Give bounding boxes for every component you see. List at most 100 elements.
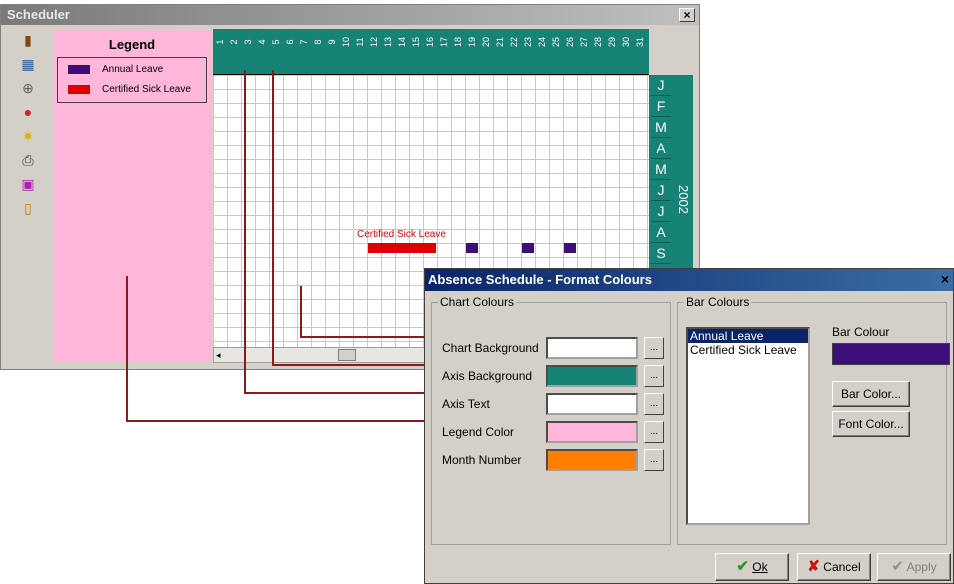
month-letter: J	[651, 180, 671, 201]
image-icon[interactable]: ▣	[19, 175, 37, 193]
bar-colours-group: Bar Colours Annual Leave Certified Sick …	[677, 295, 950, 545]
cancel-button[interactable]: ✘ Cancel	[797, 553, 871, 581]
callout-line	[126, 276, 128, 422]
legend-panel: Legend Annual Leave Certified Sick Leave	[53, 29, 211, 361]
day-number: 21	[495, 37, 505, 48]
bar-colour-label: Bar Colour	[832, 325, 890, 339]
annual-leave-bar[interactable]	[466, 243, 478, 253]
colour-picker-button[interactable]: ...	[644, 365, 664, 387]
day-number: 28	[593, 37, 603, 48]
colours-icon[interactable]: ●	[19, 103, 37, 121]
bar-colours-label: Bar Colours	[686, 295, 750, 309]
day-number: 10	[341, 37, 351, 48]
day-number: 16	[425, 37, 435, 48]
colour-row-label: Axis Background	[442, 369, 533, 383]
sick-leave-bar[interactable]	[368, 243, 436, 253]
day-number: 26	[565, 37, 575, 48]
scroll-left-icon[interactable]: ◂	[216, 349, 228, 361]
colour-picker-button[interactable]: ...	[644, 421, 664, 443]
day-number: 30	[621, 37, 631, 48]
legend-label: Certified Sick Leave	[102, 84, 191, 95]
exit-door-icon[interactable]: ▮	[19, 31, 37, 49]
scheduler-title: Scheduler	[1, 5, 699, 25]
legend-box: Annual Leave Certified Sick Leave	[57, 57, 207, 103]
legend-item: Annual Leave	[68, 64, 163, 75]
day-number: 3	[243, 39, 253, 45]
check-icon: ✔	[891, 558, 904, 575]
list-item[interactable]: Annual Leave	[688, 329, 808, 343]
callout-line	[300, 336, 434, 338]
day-number: 17	[439, 37, 449, 48]
printer-icon[interactable]: ⎙	[19, 151, 37, 169]
colour-swatch[interactable]	[546, 365, 638, 387]
day-number: 25	[551, 37, 561, 48]
colour-swatch[interactable]	[546, 337, 638, 359]
colour-row-label: Legend Color	[442, 425, 515, 439]
colour-swatch[interactable]	[546, 449, 638, 471]
apply-button[interactable]: ✔ Apply	[877, 553, 951, 581]
day-number: 5	[271, 39, 281, 45]
legend-swatch	[68, 64, 90, 74]
annual-leave-bar[interactable]	[522, 243, 534, 253]
apply-label: Apply	[906, 560, 937, 574]
horizontal-scrollbar[interactable]: ◂	[213, 347, 433, 363]
day-number: 23	[523, 37, 533, 48]
sun-icon[interactable]: ✷	[19, 127, 37, 145]
font-color-button[interactable]: Font Color...	[832, 411, 910, 437]
cancel-label: Cancel	[823, 560, 861, 574]
dialog-close-button[interactable]: ×	[937, 272, 953, 287]
day-number: 19	[467, 37, 477, 48]
ok-button[interactable]: ✔ Ok	[715, 553, 789, 581]
day-number: 24	[537, 37, 547, 48]
legend-swatch	[68, 84, 90, 94]
day-number: 20	[481, 37, 491, 48]
month-letter: M	[651, 117, 671, 138]
day-number: 14	[397, 37, 407, 48]
legend-item: Certified Sick Leave	[68, 84, 191, 95]
bar-colour-swatch	[832, 343, 950, 365]
list-item[interactable]: Certified Sick Leave	[688, 343, 808, 357]
bar-type-list[interactable]: Annual Leave Certified Sick Leave	[686, 327, 810, 525]
day-number: 4	[257, 39, 267, 45]
month-letter: J	[651, 75, 671, 96]
day-number: 12	[369, 37, 379, 48]
calendar-icon[interactable]: ▦	[19, 55, 37, 73]
colour-swatch[interactable]	[546, 393, 638, 415]
callout-line	[272, 364, 434, 366]
day-axis: 1 2 3 4 5 6 7 8 9 10 11 12 13 14 15 16 17 18 19 20 21 22 23 24 2…	[213, 29, 649, 76]
callout-line	[126, 420, 434, 422]
day-number: 15	[411, 37, 421, 48]
day-number: 9	[327, 39, 337, 45]
day-number: 22	[509, 37, 519, 48]
year-label: 2002	[676, 185, 691, 214]
day-number: 1	[215, 39, 225, 45]
month-letter: A	[651, 138, 671, 159]
month-letter: A	[651, 222, 671, 243]
colour-row-label: Chart Background	[442, 341, 539, 355]
chart-colours-label: Chart Colours	[440, 295, 515, 309]
door-icon[interactable]: ▯	[19, 199, 37, 217]
annual-leave-bar[interactable]	[564, 243, 576, 253]
bar-color-button[interactable]: Bar Color...	[832, 381, 910, 407]
colour-picker-button[interactable]: ...	[644, 449, 664, 471]
chart-bar-label: Certified Sick Leave	[357, 229, 446, 240]
colour-swatch[interactable]	[546, 421, 638, 443]
colour-row-label: Month Number	[442, 453, 522, 467]
legend-heading: Legend	[108, 37, 156, 52]
colour-picker-button[interactable]: ...	[644, 337, 664, 359]
zoom-icon[interactable]: ⊕	[19, 79, 37, 97]
chart-colours-group: Chart Colours Chart Background... Axis Ba…	[431, 295, 671, 545]
day-number: 18	[453, 37, 463, 48]
scheduler-close-button[interactable]: ×	[679, 8, 695, 22]
day-number: 29	[607, 37, 617, 48]
callout-line	[244, 392, 434, 394]
callout-line	[272, 70, 274, 366]
scroll-thumb[interactable]	[338, 349, 356, 361]
ok-label: Ok	[752, 560, 768, 574]
day-number: 13	[383, 37, 393, 48]
callout-line	[244, 70, 246, 394]
month-letter: J	[651, 201, 671, 222]
day-number: 8	[313, 39, 323, 45]
check-icon: ✔	[736, 558, 749, 575]
colour-picker-button[interactable]: ...	[644, 393, 664, 415]
